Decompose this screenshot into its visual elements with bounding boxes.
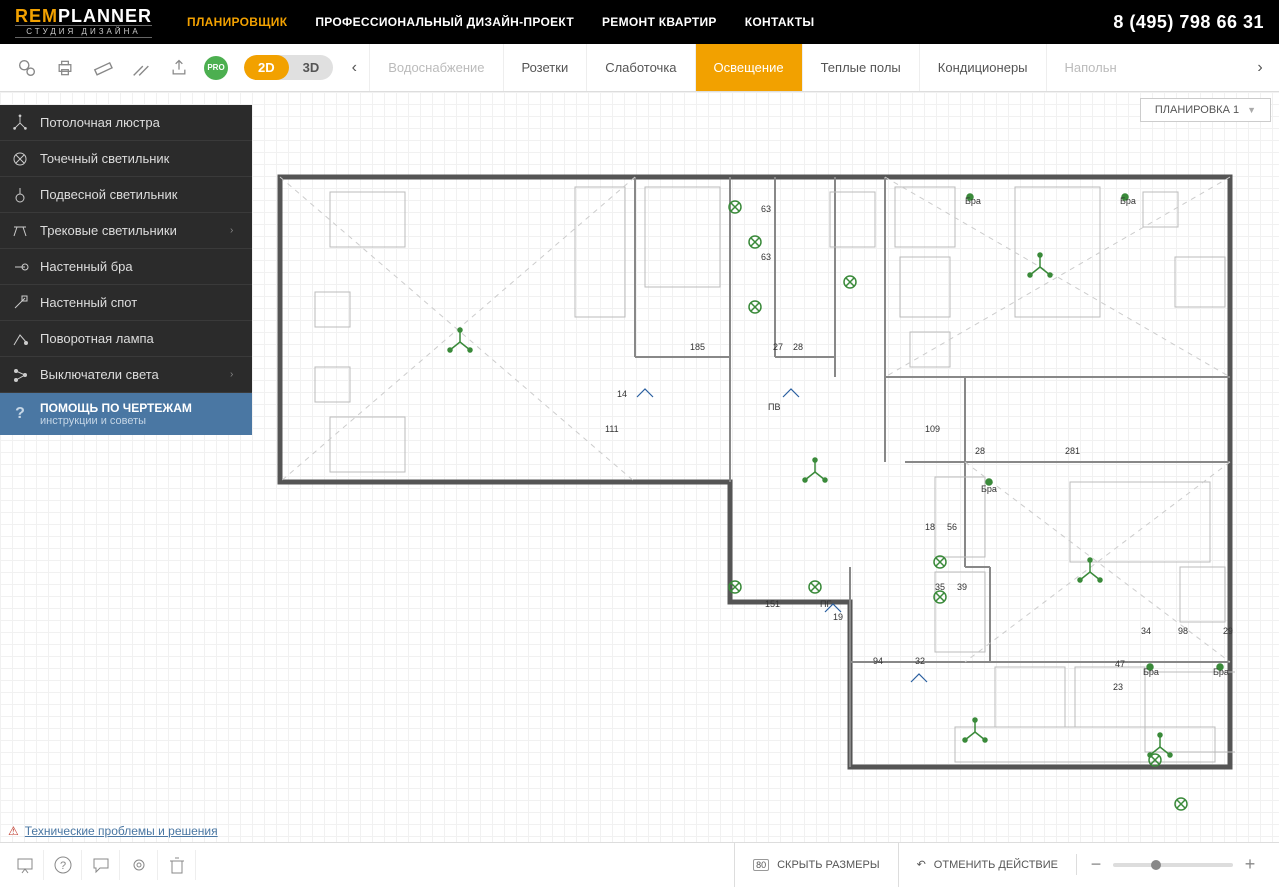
layout-dropdown[interactable]: ПЛАНИРОВКА 1 ▼	[1140, 98, 1271, 122]
sidebar-item-switches[interactable]: Выключатели света›	[0, 357, 252, 393]
svg-text:29: 29	[1223, 626, 1233, 636]
tech-issues-link[interactable]: ⚠ Технические проблемы и решения	[8, 824, 218, 838]
svg-text:Бра: Бра	[1213, 667, 1229, 677]
svg-text:56: 56	[947, 522, 957, 532]
tab-sockets[interactable]: Розетки	[503, 44, 587, 91]
settings-icon[interactable]	[12, 53, 42, 83]
swing-lamp-icon	[0, 330, 40, 348]
nav-planner[interactable]: ПЛАНИРОВЩИК	[187, 15, 287, 29]
chevron-right-icon: ›	[230, 225, 252, 236]
undo-button[interactable]: ↶ ОТМЕНИТЬ ДЕЙСТВИЕ	[898, 843, 1076, 887]
tab-water[interactable]: Водоснабжение	[369, 44, 502, 91]
svg-text:19: 19	[833, 612, 843, 622]
svg-text:34: 34	[1141, 626, 1151, 636]
measure-icon[interactable]	[88, 53, 118, 83]
lighting-sidebar: Потолочная люстра Точечный светильник По…	[0, 105, 252, 435]
help-icon[interactable]: ?	[52, 850, 82, 880]
svg-text:32: 32	[915, 656, 925, 666]
svg-text:28: 28	[793, 342, 803, 352]
sidebar-item-wallspot[interactable]: Настенный спот	[0, 285, 252, 321]
phone-number: 8 (495) 798 66 31	[1113, 12, 1264, 33]
zoom-out-button[interactable]: −	[1087, 854, 1105, 875]
tab-lighting[interactable]: Освещение	[695, 44, 802, 91]
chevron-down-icon: ▼	[1247, 105, 1256, 115]
sidebar-help[interactable]: ? ПОМОЩЬ ПО ЧЕРТЕЖАМ инструкции и советы	[0, 393, 252, 435]
svg-text:185: 185	[690, 342, 705, 352]
question-icon: ?	[0, 405, 40, 423]
view-3d[interactable]: 3D	[289, 55, 334, 80]
chat-icon[interactable]	[90, 850, 120, 880]
sidebar-item-sconce[interactable]: Настенный бра	[0, 249, 252, 285]
zoom-control: − +	[1076, 854, 1269, 875]
svg-text:281: 281	[1065, 446, 1080, 456]
view-2d[interactable]: 2D	[244, 55, 289, 80]
nav-renovation[interactable]: РЕМОНТ КВАРТИР	[602, 15, 717, 29]
svg-text:23: 23	[1113, 682, 1123, 692]
header: REMPLANNER СТУДИЯ ДИЗАЙНА ПЛАНИРОВЩИК ПР…	[0, 0, 1279, 44]
zoom-slider[interactable]	[1113, 863, 1233, 867]
svg-text:94: 94	[873, 656, 883, 666]
svg-text:109: 109	[925, 424, 940, 434]
svg-text:?: ?	[60, 860, 66, 872]
view-toggle: 2D 3D	[244, 55, 333, 80]
pro-badge[interactable]: PRO	[204, 56, 228, 80]
svg-text:151: 151	[765, 599, 780, 609]
sconce-icon	[0, 258, 40, 276]
tab-heating[interactable]: Теплые полы	[802, 44, 919, 91]
svg-text:Бра: Бра	[965, 196, 981, 206]
spot-icon	[0, 151, 40, 167]
wall-spot-icon	[0, 294, 40, 312]
trash-icon[interactable]	[166, 850, 196, 880]
chandelier-icon	[0, 114, 40, 132]
nav-design[interactable]: ПРОФЕССИОНАЛЬНЫЙ ДИЗАЙН-ПРОЕКТ	[315, 15, 574, 29]
svg-text:14: 14	[617, 389, 627, 399]
share-icon[interactable]	[164, 53, 194, 83]
undo-icon: ↶	[917, 858, 926, 871]
footer: ? 80 СКРЫТЬ РАЗМЕРЫ ↶ ОТМЕНИТЬ ДЕЙСТВИЕ …	[0, 842, 1279, 886]
layer-tabs: Водоснабжение Розетки Слаботочка Освещен…	[369, 44, 1249, 91]
svg-text:Бра: Бра	[1120, 196, 1136, 206]
sidebar-item-pendant[interactable]: Подвесной светильник	[0, 177, 252, 213]
floor-plan[interactable]: 125 233 75 Бра Бра 63 63 185 27 28 14 11…	[275, 172, 1235, 832]
gear-icon[interactable]	[128, 850, 158, 880]
svg-text:63: 63	[761, 204, 771, 214]
switch-icon	[0, 366, 40, 384]
present-icon[interactable]	[14, 850, 44, 880]
sidebar-item-swing[interactable]: Поворотная лампа	[0, 321, 252, 357]
svg-text:ПГ: ПГ	[820, 599, 831, 609]
tab-floor[interactable]: Напольн	[1046, 44, 1135, 91]
tabs-prev-icon[interactable]: ‹	[343, 57, 365, 79]
chevron-right-icon: ›	[230, 369, 252, 380]
svg-text:18: 18	[925, 522, 935, 532]
sidebar-item-chandelier[interactable]: Потолочная люстра	[0, 105, 252, 141]
svg-text:Бра: Бра	[981, 484, 997, 494]
svg-text:27: 27	[773, 342, 783, 352]
tabs-next-icon[interactable]: ›	[1249, 57, 1271, 79]
dim-count-badge: 80	[753, 859, 769, 871]
sidebar-item-track[interactable]: Трековые светильники›	[0, 213, 252, 249]
toolbar: PRO 2D 3D ‹ Водоснабжение Розетки Слабот…	[0, 44, 1279, 92]
svg-text:Бра: Бра	[1143, 667, 1159, 677]
tab-lowvolt[interactable]: Слаботочка	[586, 44, 694, 91]
zoom-in-button[interactable]: +	[1241, 854, 1259, 875]
svg-text:63: 63	[761, 252, 771, 262]
logo[interactable]: REMPLANNER СТУДИЯ ДИЗАЙНА	[15, 6, 152, 38]
pendant-icon	[0, 186, 40, 204]
warning-icon: ⚠	[8, 824, 19, 838]
nav-contacts[interactable]: КОНТАКТЫ	[745, 15, 815, 29]
svg-text:47: 47	[1115, 659, 1125, 669]
tools-icon[interactable]	[126, 53, 156, 83]
hide-dims-button[interactable]: 80 СКРЫТЬ РАЗМЕРЫ	[734, 843, 897, 887]
svg-text:ПВ: ПВ	[768, 402, 780, 412]
svg-text:28: 28	[975, 446, 985, 456]
svg-text:111: 111	[605, 424, 619, 434]
print-icon[interactable]	[50, 53, 80, 83]
tab-ac[interactable]: Кондиционеры	[919, 44, 1046, 91]
sidebar-item-spot[interactable]: Точечный светильник	[0, 141, 252, 177]
main-nav: ПЛАНИРОВЩИК ПРОФЕССИОНАЛЬНЫЙ ДИЗАЙН-ПРОЕ…	[187, 15, 1113, 29]
svg-text:98: 98	[1178, 626, 1188, 636]
svg-text:39: 39	[957, 582, 967, 592]
track-icon	[0, 222, 40, 240]
svg-text:35: 35	[935, 582, 945, 592]
